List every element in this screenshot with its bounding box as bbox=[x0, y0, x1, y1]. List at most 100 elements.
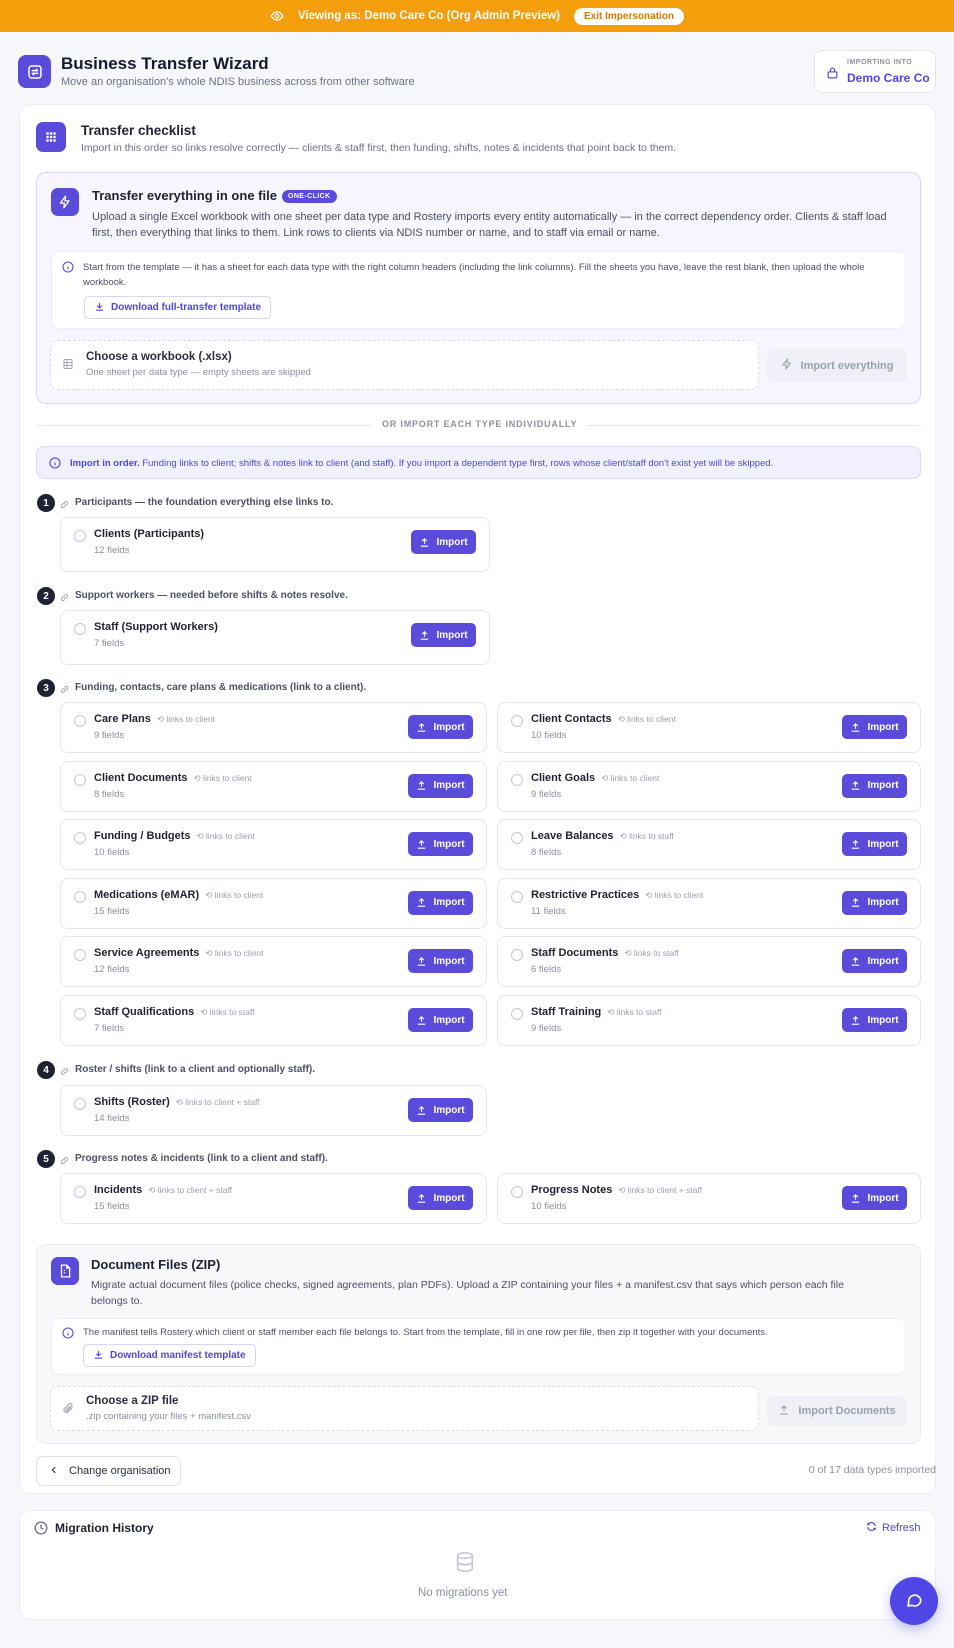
importing-into-label: IMPORTING INTO bbox=[847, 59, 913, 66]
paperclip-icon bbox=[62, 1402, 74, 1417]
link-icon bbox=[60, 1065, 69, 1076]
type-name: Medications (eMAR) bbox=[94, 888, 200, 901]
change-organisation-label: Change organisation bbox=[69, 1465, 171, 1477]
type-fields: 12 fields bbox=[94, 964, 130, 976]
import-button[interactable]: Import bbox=[411, 530, 476, 554]
refresh-button[interactable]: Refresh bbox=[866, 1521, 921, 1535]
chat-button[interactable] bbox=[890, 1577, 938, 1625]
import-button[interactable]: Import bbox=[408, 715, 473, 739]
status-circle bbox=[74, 1008, 86, 1020]
status-circle bbox=[511, 949, 523, 962]
type-fields: 15 fields bbox=[94, 905, 130, 917]
type-fields: 9 fields bbox=[531, 1023, 562, 1034]
info-icon bbox=[62, 261, 74, 273]
import-button[interactable]: Import bbox=[842, 1008, 907, 1032]
upload-icon bbox=[418, 839, 426, 849]
upload-icon bbox=[418, 956, 426, 966]
workbook-dropzone[interactable] bbox=[50, 340, 759, 390]
status-circle bbox=[74, 949, 86, 962]
import-button[interactable]: Import bbox=[842, 949, 907, 974]
import-button[interactable]: Import bbox=[842, 890, 907, 915]
step-number: 2 bbox=[37, 587, 55, 605]
link-icon bbox=[60, 498, 69, 509]
divider-label: OR IMPORT EACH TYPE INDIVIDUALLY bbox=[372, 419, 588, 429]
type-name: Shifts (Roster) bbox=[94, 1096, 170, 1108]
import-button[interactable]: Import bbox=[842, 773, 907, 798]
type-fields: 9 fields bbox=[94, 730, 125, 741]
transfer-icon bbox=[18, 55, 51, 88]
import-type-card: Client Documents ⟲ links to client 8 field… bbox=[60, 760, 487, 812]
type-name: Client Documents bbox=[94, 771, 188, 784]
import-type-card: Clients (Participants) 12 fields Import bbox=[60, 517, 490, 572]
import-button[interactable]: Import bbox=[842, 1186, 907, 1210]
import-button[interactable]: Import bbox=[408, 1008, 473, 1032]
status-circle bbox=[74, 773, 86, 786]
upload-icon bbox=[852, 722, 860, 732]
import-button[interactable]: Import bbox=[408, 773, 473, 798]
step-label: Funding, contacts, care plans & medicati… bbox=[75, 682, 367, 693]
status-circle bbox=[74, 832, 86, 845]
info-icon bbox=[49, 457, 61, 469]
zip-dropzone[interactable] bbox=[50, 1386, 759, 1431]
building-icon bbox=[826, 66, 839, 83]
banner-text: Viewing as: Demo Care Co (Org Admin Prev… bbox=[297, 10, 560, 22]
type-name: Staff (Support Workers) bbox=[94, 621, 218, 633]
type-name: Service Agreements bbox=[94, 947, 200, 960]
page-subtitle: Move an organisation's whole NDIS busine… bbox=[61, 76, 415, 88]
import-type-card: Medications (eMAR) ⟲ links to client 15 fi… bbox=[60, 877, 487, 929]
type-fields: 14 fields bbox=[94, 1113, 130, 1124]
status-circle bbox=[511, 773, 523, 786]
type-link-text: ⟲ links to client bbox=[205, 889, 264, 900]
import-button[interactable]: Import bbox=[411, 623, 476, 647]
download-manifest-template-button[interactable]: Download manifest template bbox=[83, 1344, 256, 1367]
type-fields: 8 fields bbox=[531, 847, 562, 859]
import-button-label: Import bbox=[433, 721, 465, 733]
upload-icon bbox=[852, 839, 860, 849]
download-full-template-button[interactable]: Download full-transfer template bbox=[84, 296, 272, 319]
upload-icon bbox=[418, 1193, 426, 1203]
import-button-label: Import bbox=[867, 1014, 899, 1026]
checklist-title: Transfer checklist bbox=[81, 123, 196, 138]
import-button[interactable]: Import bbox=[408, 1098, 473, 1122]
chat-icon bbox=[905, 1591, 923, 1612]
zip-dropzone-title: Choose a ZIP file bbox=[86, 1395, 179, 1407]
import-order-bold: Import in order. bbox=[70, 458, 140, 469]
status-circle bbox=[511, 1008, 523, 1020]
eye-icon bbox=[270, 9, 284, 23]
import-type-card: Staff (Support Workers) 7 fields Import bbox=[60, 610, 490, 665]
step-number: 3 bbox=[37, 679, 55, 697]
import-type-card: Incidents ⟲ links to client + staff 15 fi… bbox=[60, 1173, 487, 1224]
upload-icon bbox=[418, 722, 426, 732]
no-migrations-text: No migrations yet bbox=[418, 1587, 508, 1599]
clock-icon bbox=[34, 1521, 48, 1538]
type-fields: 8 fields bbox=[94, 788, 125, 800]
import-button[interactable]: Import bbox=[408, 949, 473, 974]
status-circle bbox=[74, 623, 86, 635]
change-organisation-button[interactable]: Change organisation bbox=[36, 1456, 181, 1486]
status-circle bbox=[74, 1098, 86, 1110]
import-button[interactable]: Import bbox=[408, 890, 473, 915]
type-name: Leave Balances bbox=[531, 830, 614, 843]
import-type-card: Staff Documents ⟲ links to staff 6 fields I… bbox=[497, 936, 921, 988]
import-order-text: Import in order. Funding links to client… bbox=[70, 458, 773, 469]
import-button[interactable]: Import bbox=[408, 832, 473, 857]
importing-into-card: IMPORTING INTO Demo Care Co bbox=[814, 50, 936, 93]
import-documents-button[interactable]: Import Documents bbox=[767, 1396, 907, 1426]
import-type-card: Staff Training ⟲ links to staff 9 fields Im… bbox=[497, 995, 921, 1046]
manifest-note: The manifest tells Rostery which client … bbox=[83, 1327, 768, 1338]
import-type-card: Care Plans ⟲ links to client 9 fields Impor… bbox=[60, 702, 487, 753]
import-button-label: Import bbox=[867, 838, 899, 850]
import-type-card: Client Contacts ⟲ links to client 10 field… bbox=[497, 702, 921, 753]
upload-icon bbox=[852, 956, 860, 966]
refresh-label: Refresh bbox=[882, 1522, 921, 1534]
import-button-label: Import bbox=[867, 897, 899, 909]
import-everything-button[interactable]: Import everything bbox=[767, 349, 907, 382]
import-button[interactable]: Import bbox=[408, 1186, 473, 1210]
import-button[interactable]: Import bbox=[842, 715, 907, 739]
import-button-label: Import bbox=[867, 1192, 899, 1204]
type-name: Restrictive Practices bbox=[531, 888, 640, 901]
exit-impersonation-button[interactable]: Exit Impersonation bbox=[574, 7, 685, 25]
import-button[interactable]: Import bbox=[842, 832, 907, 857]
database-icon bbox=[454, 1550, 476, 1577]
download-icon bbox=[94, 301, 105, 315]
